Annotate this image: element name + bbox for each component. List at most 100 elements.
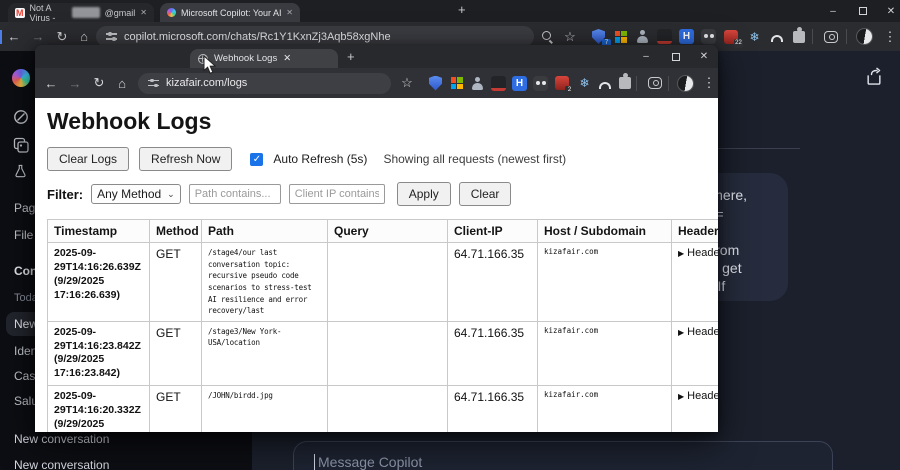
toolbar-divider [812, 29, 813, 44]
copilot-favicon [167, 8, 176, 17]
toolbar-divider [846, 29, 847, 44]
extensions-puzzle-icon[interactable] [790, 26, 807, 45]
snowflake-extension-icon[interactable]: ❄ [746, 28, 763, 45]
screen: Page File A Conv Toda New Ident Casua Sa… [0, 0, 900, 470]
site-settings-icon[interactable] [106, 32, 117, 41]
tab-close-icon[interactable]: ✕ [286, 8, 293, 17]
image-library-icon[interactable] [13, 137, 29, 158]
disclosure-triangle-icon: ▶ [678, 249, 685, 258]
reload-icon[interactable]: ↻ [89, 68, 109, 98]
site-settings-icon[interactable] [148, 78, 159, 88]
table-row: 2025-09-29T14:16:20.332Z (9/29/2025 17:1… [47, 385, 718, 432]
glasses-extension-icon[interactable] [532, 75, 549, 92]
extensions-puzzle-icon[interactable] [616, 73, 633, 92]
popup-new-tab-button[interactable]: + [347, 49, 355, 64]
col-path: Path [201, 219, 328, 243]
snowflake-extension-icon[interactable]: ❄ [576, 75, 593, 92]
auto-refresh-label: Auto Refresh (5s) [273, 152, 368, 166]
glasses-extension-icon[interactable] [700, 28, 717, 45]
cell-host: kizafair.com [537, 242, 672, 322]
chevron-down-icon: ⌄ [167, 188, 175, 199]
discover-compass-icon[interactable] [13, 109, 29, 130]
filter-label: Filter: [47, 186, 84, 202]
popup-tab-close-icon[interactable]: ✕ [283, 53, 291, 64]
address-bar[interactable]: copilot.microsoft.com/chats/Rc1Y1KxnZj3A… [96, 26, 534, 47]
bookmark-star-icon[interactable]: ☆ [397, 68, 417, 98]
message-copilot-input[interactable]: Message Copilot [293, 441, 833, 470]
cell-path: /JOHN/birdd.jpg [201, 385, 328, 432]
maximize-icon [859, 7, 867, 15]
dark-extension-icon[interactable] [490, 75, 507, 92]
cell-path: /stage3/New York-USA/location [201, 320, 328, 387]
window-maximize-button[interactable] [850, 0, 876, 22]
forward-icon[interactable]: → [65, 68, 85, 98]
browser-menu-kebab-icon[interactable]: ⋮ [880, 22, 900, 51]
sidebar-item-new-conversation-1[interactable]: New conversation [14, 432, 109, 446]
webhook-logs-page: Webhook Logs Clear Logs Refresh Now ✓ Au… [35, 98, 718, 432]
sidebar-item-new-conversation-2[interactable]: New conversation [14, 458, 109, 470]
tab-copilot[interactable]: Microsoft Copilot: Your AI comp ✕ [160, 3, 300, 22]
table-header-row: Timestamp Method Path Query Client-IP Ho… [47, 219, 718, 243]
microsoft-extension-icon[interactable] [448, 75, 465, 92]
page-title: Webhook Logs [47, 108, 212, 134]
magnifier-icon [542, 30, 554, 43]
cell-method: GET [149, 320, 202, 387]
headers-toggle[interactable]: ▶Headers [671, 242, 718, 322]
window-minimize-button[interactable]: – [820, 0, 846, 22]
adblock-shield-extension-icon[interactable] [427, 75, 444, 92]
red-extension-icon[interactable]: 2 [553, 75, 574, 95]
microsoft-extension-icon[interactable] [612, 28, 629, 45]
tab-search-icon[interactable] [822, 28, 839, 45]
apply-button[interactable]: Apply [396, 182, 451, 206]
col-client-ip: Client-IP [447, 219, 538, 243]
h-extension-icon[interactable]: H [511, 75, 528, 92]
copilot-logo-icon [12, 69, 30, 87]
arc-extension-icon[interactable] [768, 28, 785, 45]
adblock-shield-extension-icon[interactable]: 7 [590, 28, 611, 48]
profile-extension-icon[interactable] [469, 75, 486, 92]
headers-toggle[interactable]: ▶Headers [671, 320, 718, 387]
client-ip-filter-input[interactable] [288, 184, 385, 204]
clear-logs-button[interactable]: Clear Logs [47, 147, 130, 171]
h-extension-icon[interactable]: H [678, 28, 695, 45]
red-extension-icon[interactable]: 22 [722, 28, 743, 48]
profile-avatar[interactable] [677, 74, 694, 92]
method-select-value: Any Method [97, 187, 162, 201]
new-tab-button[interactable]: + [458, 2, 466, 17]
browser-menu-kebab-icon[interactable]: ⋮ [699, 68, 718, 98]
edge-accent [0, 30, 2, 44]
window-close-button[interactable]: ✕ [878, 0, 900, 22]
back-icon[interactable]: ← [41, 68, 61, 98]
clear-button[interactable]: Clear [458, 182, 512, 206]
popup-minimize-button[interactable]: – [633, 45, 659, 68]
dark-extension-icon[interactable] [656, 28, 673, 45]
toolbar-divider [636, 76, 637, 91]
refresh-now-button[interactable]: Refresh Now [139, 147, 233, 171]
home-icon[interactable]: ⌂ [112, 68, 132, 98]
popup-close-button[interactable]: ✕ [691, 45, 717, 68]
arc-extension-icon[interactable] [596, 75, 613, 92]
profile-extension-icon[interactable] [634, 28, 651, 45]
message-input-placeholder: Message Copilot [318, 454, 423, 470]
path-filter-input[interactable] [188, 184, 281, 204]
profile-avatar[interactable] [856, 28, 873, 45]
method-select[interactable]: Any Method ⌄ [91, 184, 181, 204]
tab-close-icon[interactable]: ✕ [140, 8, 147, 17]
tab-search-icon[interactable] [646, 75, 663, 92]
popup-window: Webhook Logs ✕ + – ✕ ← → ↻ ⌂ kizafair.co… [35, 45, 718, 432]
cell-client-ip: 64.71.166.35 [447, 242, 538, 322]
cell-path: /stage4/our last conversation topic: rec… [201, 242, 328, 322]
toolbar-divider [668, 76, 669, 91]
text-caret [314, 454, 315, 470]
headers-toggle[interactable]: ▶Headers [671, 385, 718, 432]
back-icon[interactable]: ← [4, 22, 24, 51]
popup-tab-title: Webhook Logs [214, 53, 278, 64]
auto-refresh-checkbox[interactable]: ✓ [250, 152, 264, 166]
popup-titlebar[interactable]: Webhook Logs ✕ + – ✕ [35, 45, 718, 68]
share-icon[interactable] [864, 67, 884, 92]
lab-flask-icon[interactable] [13, 163, 28, 184]
tab-gmail[interactable]: M Not A Virus - @gmail ✕ [8, 3, 154, 23]
popup-address-bar[interactable]: kizafair.com/logs [138, 72, 391, 94]
popup-maximize-button[interactable] [663, 45, 689, 68]
cell-host: kizafair.com [537, 320, 672, 387]
